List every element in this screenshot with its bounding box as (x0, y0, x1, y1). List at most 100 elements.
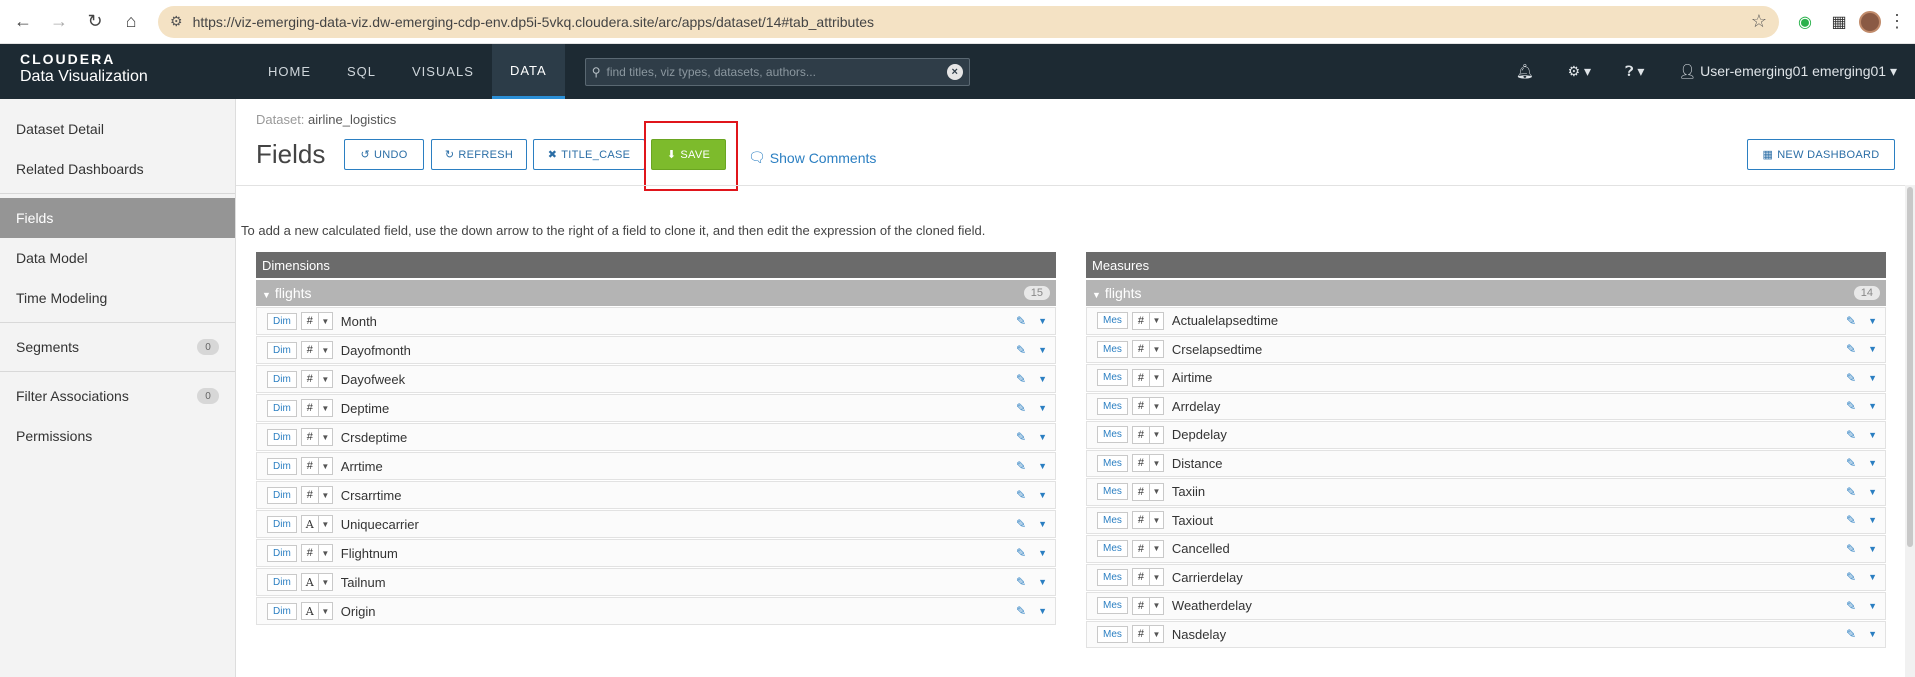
field-type-icon[interactable]: # (1131, 568, 1150, 587)
field-role-toggle[interactable]: Mes (1097, 597, 1128, 615)
field-type-icon[interactable]: A (300, 515, 319, 533)
clear-search-icon[interactable]: × (946, 63, 963, 80)
field-row[interactable]: Mes # ▼ Airtime ✎ ▼ (1086, 364, 1886, 392)
field-role-toggle[interactable]: Dim (267, 515, 297, 533)
field-type-icon[interactable]: # (300, 457, 319, 475)
type-dropdown-icon[interactable]: ▼ (1149, 511, 1164, 530)
field-menu-dropdown-icon[interactable]: ▼ (1868, 572, 1877, 582)
field-row[interactable]: Mes # ▼ Weatherdelay ✎ ▼ (1086, 592, 1886, 620)
field-menu-dropdown-icon[interactable]: ▼ (1038, 490, 1047, 500)
type-dropdown-icon[interactable]: ▼ (1149, 425, 1164, 444)
nav-home[interactable]: HOME (250, 44, 329, 99)
edit-pencil-icon[interactable]: ✎ (1846, 542, 1856, 556)
back-icon[interactable]: ← (8, 7, 38, 37)
field-type-icon[interactable]: # (300, 544, 319, 562)
title-case-button[interactable]: ✖ TITLE_CASE (533, 139, 645, 170)
field-role-toggle[interactable]: Dim (267, 602, 297, 620)
field-role-toggle[interactable]: Mes (1097, 397, 1128, 415)
field-row[interactable]: Mes # ▼ Depdelay ✎ ▼ (1086, 421, 1886, 449)
type-dropdown-icon[interactable]: ▼ (318, 573, 333, 591)
sidebar-item-segments[interactable]: Segments 0 (0, 327, 235, 367)
reload-icon[interactable]: ↻ (80, 7, 110, 37)
dimensions-group-header[interactable]: ▼ flights 15 (256, 280, 1056, 306)
search-input[interactable] (606, 64, 941, 79)
field-role-toggle[interactable]: Mes (1097, 426, 1128, 444)
edit-pencil-icon[interactable]: ✎ (1016, 546, 1026, 560)
field-menu-dropdown-icon[interactable]: ▼ (1868, 487, 1877, 497)
field-row[interactable]: Dim # ▼ Dayofmonth ✎ ▼ (256, 336, 1056, 364)
edit-pencil-icon[interactable]: ✎ (1846, 428, 1856, 442)
edit-pencil-icon[interactable]: ✎ (1846, 399, 1856, 413)
type-dropdown-icon[interactable]: ▼ (318, 428, 333, 446)
edit-pencil-icon[interactable]: ✎ (1846, 513, 1856, 527)
type-dropdown-icon[interactable]: ▼ (318, 457, 333, 475)
site-settings-icon[interactable]: ⚙ (170, 13, 183, 30)
edit-pencil-icon[interactable]: ✎ (1016, 343, 1026, 357)
field-menu-dropdown-icon[interactable]: ▼ (1038, 461, 1047, 471)
home-icon[interactable]: ⌂ (116, 7, 146, 37)
sidebar-item-time-modeling[interactable]: Time Modeling (0, 278, 235, 318)
user-menu[interactable]: 👤︎ User-emerging01 emerging01 ▾ (1678, 63, 1897, 80)
nav-sql[interactable]: SQL (329, 44, 394, 99)
edit-pencil-icon[interactable]: ✎ (1016, 517, 1026, 531)
field-menu-dropdown-icon[interactable]: ▼ (1868, 344, 1877, 354)
type-dropdown-icon[interactable]: ▼ (1149, 311, 1164, 330)
field-role-toggle[interactable]: Dim (267, 312, 297, 330)
edit-pencil-icon[interactable]: ✎ (1016, 401, 1026, 415)
field-menu-dropdown-icon[interactable]: ▼ (1038, 316, 1047, 326)
type-dropdown-icon[interactable]: ▼ (1149, 596, 1164, 615)
field-row[interactable]: Mes # ▼ Carrierdelay ✎ ▼ (1086, 563, 1886, 591)
browser-menu-icon[interactable]: ⋮ (1887, 11, 1907, 32)
extensions-puzzle-icon[interactable]: ▦ (1825, 8, 1853, 36)
field-row[interactable]: Mes # ▼ Taxiout ✎ ▼ (1086, 506, 1886, 534)
field-menu-dropdown-icon[interactable]: ▼ (1868, 458, 1877, 468)
field-row[interactable]: Mes # ▼ Cancelled ✎ ▼ (1086, 535, 1886, 563)
field-role-toggle[interactable]: Mes (1097, 625, 1128, 643)
field-menu-dropdown-icon[interactable]: ▼ (1038, 519, 1047, 529)
field-menu-dropdown-icon[interactable]: ▼ (1868, 515, 1877, 525)
field-menu-dropdown-icon[interactable]: ▼ (1038, 577, 1047, 587)
edit-pencil-icon[interactable]: ✎ (1846, 456, 1856, 470)
scrollbar-thumb[interactable] (1907, 187, 1913, 547)
sidebar-item-filter-associations[interactable]: Filter Associations 0 (0, 376, 235, 416)
field-role-toggle[interactable]: Mes (1097, 540, 1128, 558)
edit-pencil-icon[interactable]: ✎ (1016, 430, 1026, 444)
field-row[interactable]: Dim # ▼ Arrtime ✎ ▼ (256, 452, 1056, 480)
brand-logo[interactable]: CLOUDERA Data Visualization (0, 44, 236, 99)
type-dropdown-icon[interactable]: ▼ (1149, 625, 1164, 644)
caret-down-icon[interactable]: ▼ (262, 290, 271, 300)
refresh-button[interactable]: ↻ REFRESH (431, 139, 527, 170)
edit-pencil-icon[interactable]: ✎ (1016, 604, 1026, 618)
field-type-icon[interactable]: # (1131, 340, 1150, 359)
field-menu-dropdown-icon[interactable]: ▼ (1868, 601, 1877, 611)
field-role-toggle[interactable]: Dim (267, 544, 297, 562)
new-dashboard-button[interactable]: ▦ NEW DASHBOARD (1747, 139, 1895, 170)
forward-icon[interactable]: → (44, 7, 74, 37)
field-type-icon[interactable]: # (1131, 539, 1150, 558)
field-menu-dropdown-icon[interactable]: ▼ (1038, 432, 1047, 442)
field-type-icon[interactable]: # (1131, 625, 1150, 644)
edit-pencil-icon[interactable]: ✎ (1846, 314, 1856, 328)
field-role-toggle[interactable]: Mes (1097, 340, 1128, 358)
type-dropdown-icon[interactable]: ▼ (1149, 397, 1164, 416)
field-menu-dropdown-icon[interactable]: ▼ (1038, 606, 1047, 616)
field-row[interactable]: Mes # ▼ Crselapsedtime ✎ ▼ (1086, 335, 1886, 363)
field-type-icon[interactable]: # (1131, 511, 1150, 530)
field-row[interactable]: Dim # ▼ Crsdeptime ✎ ▼ (256, 423, 1056, 451)
field-row[interactable]: Dim # ▼ Flightnum ✎ ▼ (256, 539, 1056, 567)
url-text[interactable]: https://viz-emerging-data-viz.dw-emergin… (193, 14, 1741, 30)
type-dropdown-icon[interactable]: ▼ (318, 602, 333, 620)
field-menu-dropdown-icon[interactable]: ▼ (1038, 345, 1047, 355)
field-menu-dropdown-icon[interactable]: ▼ (1038, 548, 1047, 558)
field-row[interactable]: Dim A ▼ Uniquecarrier ✎ ▼ (256, 510, 1056, 538)
field-row[interactable]: Dim # ▼ Crsarrtime ✎ ▼ (256, 481, 1056, 509)
field-type-icon[interactable]: # (1131, 311, 1150, 330)
field-type-icon[interactable]: # (1131, 454, 1150, 473)
field-role-toggle[interactable]: Dim (267, 370, 297, 388)
type-dropdown-icon[interactable]: ▼ (318, 370, 333, 388)
edit-pencil-icon[interactable]: ✎ (1016, 314, 1026, 328)
show-comments-link[interactable]: 🗨︎ Show Comments (748, 149, 876, 166)
field-role-toggle[interactable]: Dim (267, 399, 297, 417)
type-dropdown-icon[interactable]: ▼ (318, 341, 333, 359)
field-type-icon[interactable]: # (300, 370, 319, 388)
